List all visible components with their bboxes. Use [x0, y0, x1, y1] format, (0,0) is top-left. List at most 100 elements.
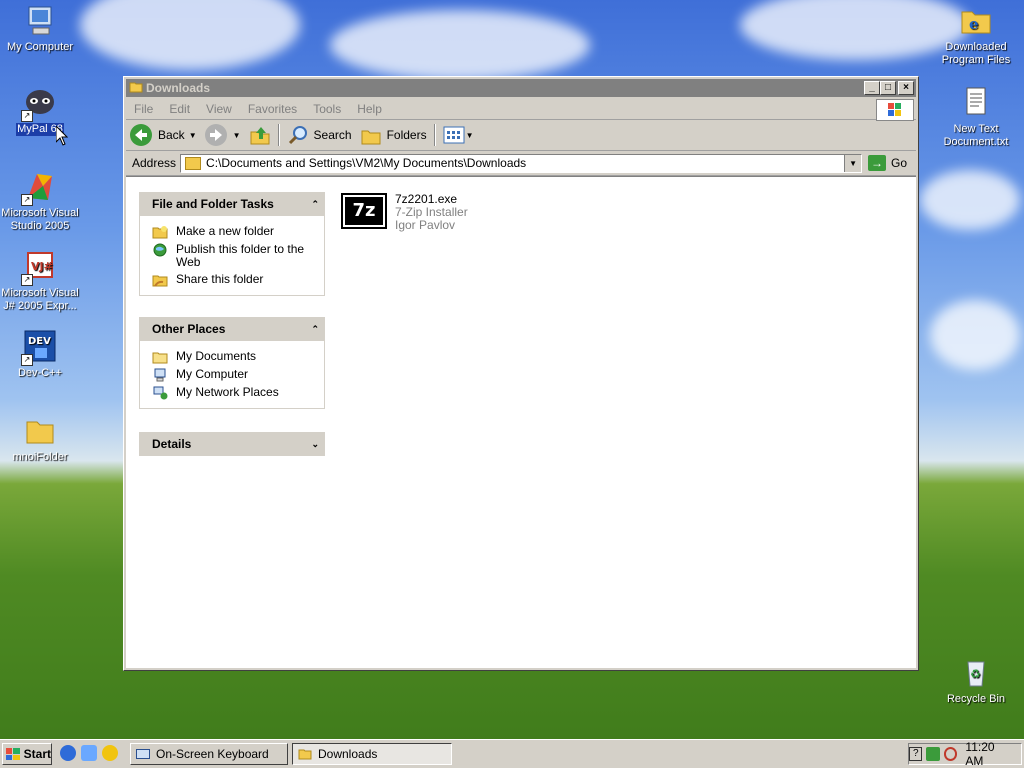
desktop-icon-downloaded-program-files[interactable]: e Downloaded Program Files — [936, 4, 1016, 67]
menu-edit[interactable]: Edit — [161, 102, 198, 116]
maximize-button[interactable]: □ — [880, 81, 896, 95]
clock[interactable]: 11:20 AM — [965, 740, 1013, 768]
folder-icon — [298, 749, 312, 760]
address-dropdown-button[interactable]: ▼ — [844, 154, 862, 172]
visual-studio-icon: ↗ — [21, 170, 57, 206]
taskbar-button-downloads[interactable]: Downloads — [292, 743, 452, 765]
my-documents-icon — [152, 352, 168, 364]
visual-jsharp-icon: VJ# ↗ — [21, 250, 57, 286]
mouse-cursor-icon — [56, 126, 68, 146]
cloud — [80, 0, 300, 70]
taskbar: Start On-Screen Keyboard Downloads ? 11:… — [0, 739, 1024, 768]
file-item[interactable]: 7z 7z2201.exe 7-Zip Installer Igor Pavlo… — [341, 193, 468, 232]
desktop-icon-label: New Text Document.txt — [943, 123, 1009, 148]
up-folder-button[interactable] — [245, 122, 275, 148]
my-documents-link[interactable]: My Documents — [140, 348, 324, 366]
share-folder-icon — [152, 275, 168, 287]
folders-button[interactable]: Folders — [356, 122, 431, 148]
back-button[interactable]: Back ▼ — [126, 122, 201, 148]
folder-content[interactable]: File and Folder Tasks ⌃ Make a new folde… — [126, 176, 916, 668]
other-places-header[interactable]: Other Places ⌃ — [139, 317, 325, 341]
desktop-icon-dev-cpp[interactable]: DEV ↗ Dev-C++ — [0, 330, 80, 380]
toolbar-separator — [433, 124, 436, 146]
svg-text:♻: ♻ — [970, 667, 981, 681]
explorer-window[interactable]: Downloads _ □ × File Edit View Favorites… — [123, 76, 919, 671]
globe-icon — [153, 243, 167, 257]
network-icon[interactable] — [926, 747, 940, 761]
chevron-down-icon[interactable]: ▼ — [466, 131, 474, 140]
title-bar[interactable]: Downloads _ □ × — [126, 79, 916, 97]
system-tray: ? 11:20 AM — [908, 740, 1022, 768]
desktop-icon-my-computer[interactable]: My Computer — [0, 4, 80, 54]
close-button[interactable]: × — [898, 81, 914, 95]
address-value: C:\Documents and Settings\VM2\My Documen… — [206, 156, 527, 170]
collapse-chevron-icon[interactable]: ⌃ — [311, 199, 319, 210]
my-computer-icon — [154, 368, 166, 382]
desktop-icon-label: mnoiFolder — [12, 451, 68, 463]
outlook-express-icon[interactable] — [81, 745, 97, 761]
svg-text:DEV: DEV — [28, 336, 51, 347]
network-places-icon — [153, 386, 168, 400]
folder-icon — [129, 82, 143, 93]
desktop-icon-label: Microsoft Visual Studio 2005 — [1, 207, 79, 232]
desktop-icon-mnoifolder[interactable]: mnoiFolder — [0, 414, 80, 464]
minimize-button[interactable]: _ — [864, 81, 880, 95]
panel-title: Other Places — [152, 322, 226, 336]
menu-view[interactable]: View — [198, 102, 240, 116]
address-bar: Address C:\Documents and Settings\VM2\My… — [126, 151, 916, 176]
desktop-icon-new-text-document[interactable]: New Text Document.txt — [936, 86, 1016, 149]
collapse-chevron-icon[interactable]: ⌃ — [311, 324, 319, 335]
folders-label: Folders — [386, 128, 427, 142]
menu-tools[interactable]: Tools — [305, 102, 349, 116]
cloud — [930, 300, 1020, 370]
svg-text:VJ#: VJ# — [31, 260, 53, 273]
publish-folder-link[interactable]: Publish this folder to the Web — [140, 241, 324, 271]
my-network-places-link[interactable]: My Network Places — [140, 384, 324, 402]
views-icon — [443, 126, 465, 144]
desktop-icon-visual-studio[interactable]: ↗ Microsoft Visual Studio 2005 — [0, 170, 80, 233]
details-header[interactable]: Details ⌄ — [139, 432, 325, 456]
menu-help[interactable]: Help — [349, 102, 390, 116]
address-label: Address — [132, 156, 177, 170]
svg-text:e: e — [969, 15, 979, 33]
folders-icon — [361, 130, 381, 145]
forward-button[interactable]: ▼ — [201, 122, 245, 148]
other-places-panel: Other Places ⌃ My Documents My Computer … — [139, 317, 325, 409]
folder-icon — [23, 414, 57, 448]
shortcut-arrow-icon: ↗ — [21, 274, 33, 286]
help-icon[interactable]: ? — [909, 747, 923, 761]
shortcut-arrow-icon: ↗ — [21, 354, 33, 366]
ie-icon[interactable] — [60, 745, 76, 761]
expand-chevron-icon[interactable]: ⌄ — [311, 439, 319, 450]
menu-favorites[interactable]: Favorites — [240, 102, 305, 116]
desktop-icon-label: Downloaded Program Files — [941, 41, 1011, 66]
panel-title: Details — [152, 437, 192, 451]
chevron-down-icon[interactable]: ▼ — [233, 131, 241, 140]
file-folder-tasks-panel: File and Folder Tasks ⌃ Make a new folde… — [139, 192, 325, 296]
go-button[interactable]: → Go — [868, 155, 907, 171]
make-new-folder-link[interactable]: Make a new folder — [140, 223, 324, 241]
media-player-icon[interactable] — [102, 745, 118, 761]
file-folder-tasks-header[interactable]: File and Folder Tasks ⌃ — [139, 192, 325, 216]
chevron-down-icon[interactable]: ▼ — [189, 131, 197, 140]
search-button[interactable]: Search — [283, 122, 356, 148]
windows-flag-icon — [6, 748, 20, 760]
address-input[interactable]: C:\Documents and Settings\VM2\My Documen… — [180, 153, 863, 173]
my-computer-link[interactable]: My Computer — [140, 366, 324, 384]
menu-file[interactable]: File — [126, 102, 161, 116]
desktop-icon-visual-jsharp[interactable]: VJ# ↗ Microsoft Visual J# 2005 Expr... — [0, 250, 80, 313]
toolbar-separator — [277, 124, 280, 146]
start-button[interactable]: Start — [2, 743, 52, 765]
views-button[interactable]: ▼ — [439, 122, 478, 148]
desktop-icon-label: My Computer — [6, 41, 74, 53]
search-label: Search — [313, 128, 352, 142]
share-folder-link[interactable]: Share this folder — [140, 271, 324, 289]
text-document-icon — [959, 86, 993, 120]
folder-icon — [185, 156, 202, 170]
desktop-icon-mypal[interactable]: ↗ MyPal 68 — [0, 86, 80, 136]
desktop-icon-recycle-bin[interactable]: ♻ Recycle Bin — [936, 656, 1016, 706]
taskbar-button-on-screen-keyboard[interactable]: On-Screen Keyboard — [130, 743, 288, 765]
magnifier-icon[interactable] — [943, 747, 958, 761]
quick-launch — [60, 745, 118, 761]
toolbar: Back ▼ ▼ Search Folders ▼ — [126, 120, 916, 151]
